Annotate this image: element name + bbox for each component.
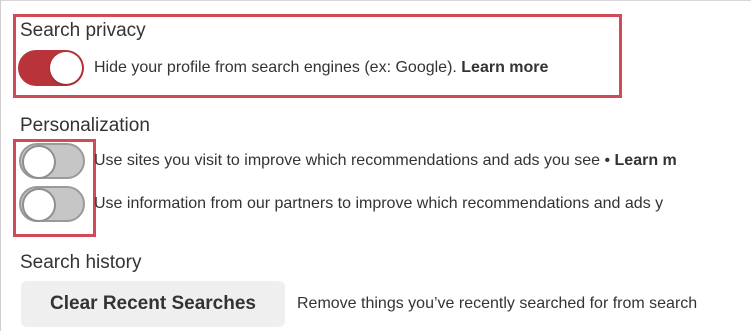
personalization-partners-row: Use information from our partners to imp… xyxy=(94,195,663,213)
personalization-partners-description: Use information from our partners to imp… xyxy=(94,195,664,212)
personalization-sites-learn-more-link[interactable]: Learn m xyxy=(615,152,677,169)
toggle-knob xyxy=(22,145,56,179)
personalization-sites-description: Use sites you visit to improve which rec… xyxy=(94,152,615,169)
search-privacy-learn-more-link[interactable]: Learn more xyxy=(461,59,548,76)
personalization-sites-toggle[interactable] xyxy=(19,143,85,179)
search-history-title: Search history xyxy=(20,252,142,273)
search-privacy-description-row: Hide your profile from search engines (e… xyxy=(94,59,548,77)
left-divider xyxy=(0,0,1,331)
clear-recent-searches-button[interactable]: Clear Recent Searches xyxy=(21,281,285,327)
search-history-description: Remove things you’ve recently searched f… xyxy=(297,295,698,312)
top-divider xyxy=(0,0,751,1)
search-privacy-toggle[interactable] xyxy=(18,50,84,86)
search-privacy-highlight xyxy=(13,14,622,98)
personalization-sites-row: Use sites you visit to improve which rec… xyxy=(94,152,677,170)
toggle-knob xyxy=(22,188,56,222)
personalization-title: Personalization xyxy=(20,115,150,136)
privacy-settings-page: Search privacy Hide your profile from se… xyxy=(0,0,751,331)
toggle-knob xyxy=(50,52,82,84)
search-privacy-description: Hide your profile from search engines (e… xyxy=(94,59,462,76)
personalization-partners-toggle[interactable] xyxy=(19,186,85,222)
